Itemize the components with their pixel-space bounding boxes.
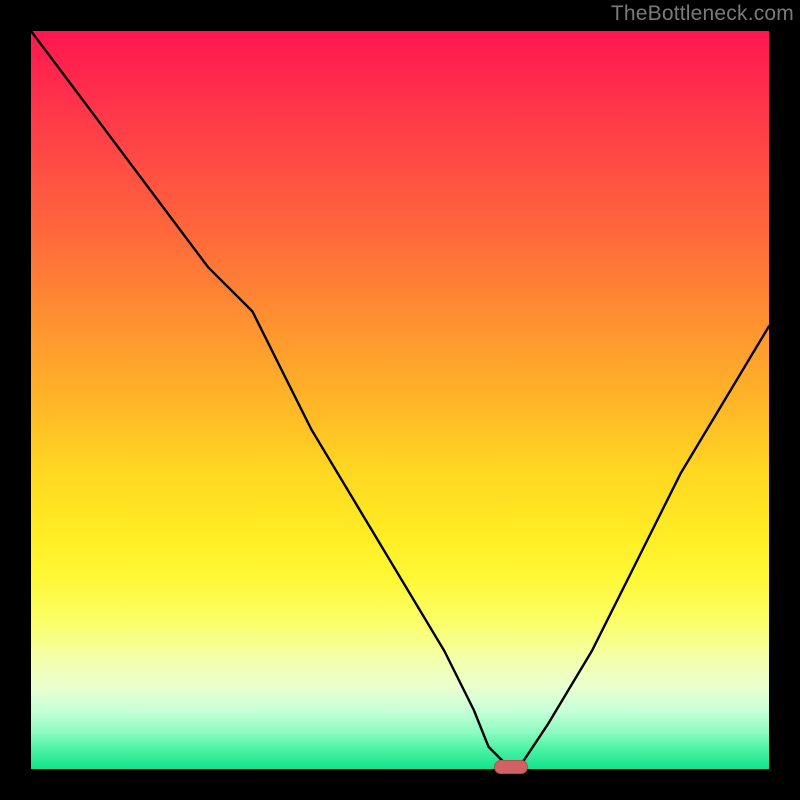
optimal-marker: [494, 760, 528, 774]
bottleneck-curve: [31, 31, 769, 769]
plot-area: [31, 31, 769, 769]
watermark-label: TheBottleneck.com: [611, 2, 794, 26]
chart-frame: TheBottleneck.com: [0, 0, 800, 800]
